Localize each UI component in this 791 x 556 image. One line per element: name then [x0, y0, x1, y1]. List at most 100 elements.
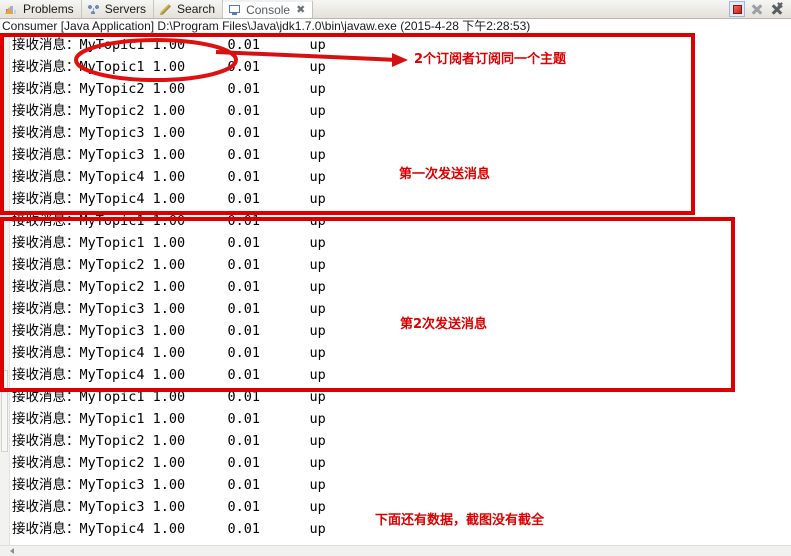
console-line-state: up	[309, 323, 326, 339]
console-line-prefix: 接收消息：	[12, 521, 80, 537]
console-line-prefix: 接收消息：	[12, 389, 80, 405]
remove-launch-button[interactable]	[749, 1, 765, 17]
console-line-topic: MyTopic4 1.00	[79, 345, 186, 361]
console-line-topic: MyTopic3 1.00	[79, 323, 186, 339]
remove-all-button[interactable]	[769, 0, 785, 17]
console-line-topic: MyTopic3 1.00	[79, 301, 186, 317]
console-line: 接收消息： MyTopic4 1.00 0.01 up	[12, 342, 782, 364]
console-line-prefix: 接收消息：	[12, 411, 80, 427]
console-icon	[228, 3, 242, 17]
console-line: 接收消息： MyTopic3 1.00 0.01 up	[12, 496, 782, 518]
console-line-value: 0.01	[227, 103, 261, 119]
tab-search-label: Search	[177, 2, 216, 16]
console-line: 接收消息： MyTopic3 1.00 0.01 up	[12, 474, 782, 496]
console-line-value: 0.01	[227, 411, 261, 427]
console-line-state: up	[309, 411, 326, 427]
console-line-state: up	[309, 235, 326, 251]
console-line: 接收消息： MyTopic3 1.00 0.01 up	[12, 298, 782, 320]
console-line-value: 0.01	[227, 367, 261, 383]
console-line-prefix: 接收消息：	[12, 279, 80, 295]
remove-all-x-icon	[775, 0, 785, 10]
tab-servers[interactable]: Servers	[82, 0, 155, 18]
console-line-value: 0.01	[227, 499, 261, 515]
console-line-prefix: 接收消息：	[12, 367, 80, 383]
console-line: 接收消息： MyTopic3 1.00 0.01 up	[12, 122, 782, 144]
console-line-value: 0.01	[227, 389, 261, 405]
console-line-state: up	[309, 499, 326, 515]
console-line: 接收消息： MyTopic4 1.00 0.01 up	[12, 188, 782, 210]
console-line-prefix: 接收消息：	[12, 147, 80, 163]
console-line-topic: MyTopic4 1.00	[79, 367, 186, 383]
console-line-topic: MyTopic2 1.00	[79, 279, 186, 295]
console-line-value: 0.01	[227, 191, 261, 207]
console-line-topic: MyTopic2 1.00	[79, 81, 186, 97]
tab-console[interactable]: Console ✖	[223, 0, 314, 18]
console-line-topic: MyTopic4 1.00	[79, 191, 186, 207]
console-line-value: 0.01	[227, 345, 261, 361]
console-line-prefix: 接收消息：	[12, 499, 80, 515]
console-line-value: 0.01	[227, 81, 261, 97]
close-icon[interactable]: ✖	[296, 4, 305, 16]
console-line-prefix: 接收消息：	[12, 235, 80, 251]
problems-icon	[5, 2, 19, 16]
console-line: 接收消息： MyTopic4 1.00 0.01 up	[12, 166, 782, 188]
console-line: 接收消息： MyTopic3 1.00 0.01 up	[12, 320, 782, 342]
console-line: 接收消息： MyTopic1 1.00 0.01 up	[12, 408, 782, 430]
console-line-state: up	[309, 147, 326, 163]
console-line-prefix: 接收消息：	[12, 323, 80, 339]
console-line: 接收消息： MyTopic2 1.00 0.01 up	[12, 254, 782, 276]
console-line: 接收消息： MyTopic4 1.00 0.01 up	[12, 518, 782, 540]
console-line: 接收消息： MyTopic4 1.00 0.01 up	[12, 364, 782, 386]
console-line: 接收消息： MyTopic1 1.00 0.01 up	[12, 210, 782, 232]
console-line-state: up	[309, 521, 326, 537]
console-line-state: up	[309, 455, 326, 471]
tab-search[interactable]: Search	[154, 0, 224, 18]
console-line-value: 0.01	[227, 213, 261, 229]
console-line-topic: MyTopic4 1.00	[79, 521, 186, 537]
console-toolbar	[723, 0, 791, 18]
console-line-prefix: 接收消息：	[12, 37, 80, 53]
console-line-state: up	[309, 169, 326, 185]
vertical-scrollbar[interactable]	[0, 34, 10, 545]
console-line-value: 0.01	[227, 279, 261, 295]
console-line-prefix: 接收消息：	[12, 455, 80, 471]
console-line-prefix: 接收消息：	[12, 169, 80, 185]
console-line: 接收消息： MyTopic2 1.00 0.01 up	[12, 100, 782, 122]
console-line-topic: MyTopic1 1.00	[79, 59, 186, 75]
console-line-topic: MyTopic2 1.00	[79, 433, 186, 449]
process-title: Consumer [Java Application] D:\Program F…	[0, 19, 791, 34]
console-line-prefix: 接收消息：	[12, 477, 80, 493]
console-line-topic: MyTopic3 1.00	[79, 125, 186, 141]
console-line-topic: MyTopic2 1.00	[79, 103, 186, 119]
console-line-state: up	[309, 279, 326, 295]
console-line-state: up	[309, 367, 326, 383]
console-line-state: up	[309, 345, 326, 361]
console-line-state: up	[309, 257, 326, 273]
console-line-prefix: 接收消息：	[12, 81, 80, 97]
console-line-topic: MyTopic3 1.00	[79, 147, 186, 163]
console-line-state: up	[309, 37, 326, 53]
console-output-area[interactable]: 接收消息： MyTopic1 1.00 0.01 up 接收消息： MyTopic1 1.…	[0, 34, 791, 545]
console-line-state: up	[309, 103, 326, 119]
console-line-topic: MyTopic1 1.00	[79, 235, 186, 251]
horizontal-scrollbar[interactable]	[0, 545, 791, 556]
console-line-topic: MyTopic1 1.00	[79, 37, 186, 53]
console-line-value: 0.01	[227, 455, 261, 471]
console-line-state: up	[309, 477, 326, 493]
console-line-value: 0.01	[227, 433, 261, 449]
console-line-topic: MyTopic3 1.00	[79, 499, 186, 515]
console-line-value: 0.01	[227, 235, 261, 251]
console-line-value: 0.01	[227, 521, 261, 537]
console-line-state: up	[309, 433, 326, 449]
terminate-button[interactable]	[729, 1, 745, 17]
console-line-topic: MyTopic1 1.00	[79, 389, 186, 405]
console-line-list: 接收消息： MyTopic1 1.00 0.01 up 接收消息： MyTopic1 1.…	[12, 34, 782, 540]
tab-problems[interactable]: Problems	[0, 0, 82, 18]
console-line-prefix: 接收消息：	[12, 301, 80, 317]
vertical-scrollbar-thumb[interactable]	[1, 370, 8, 452]
console-line-state: up	[309, 191, 326, 207]
console-line-prefix: 接收消息：	[12, 59, 80, 75]
console-line-value: 0.01	[227, 301, 261, 317]
scroll-left-arrow-icon[interactable]	[10, 548, 14, 554]
console-line-topic: MyTopic1 1.00	[79, 411, 186, 427]
